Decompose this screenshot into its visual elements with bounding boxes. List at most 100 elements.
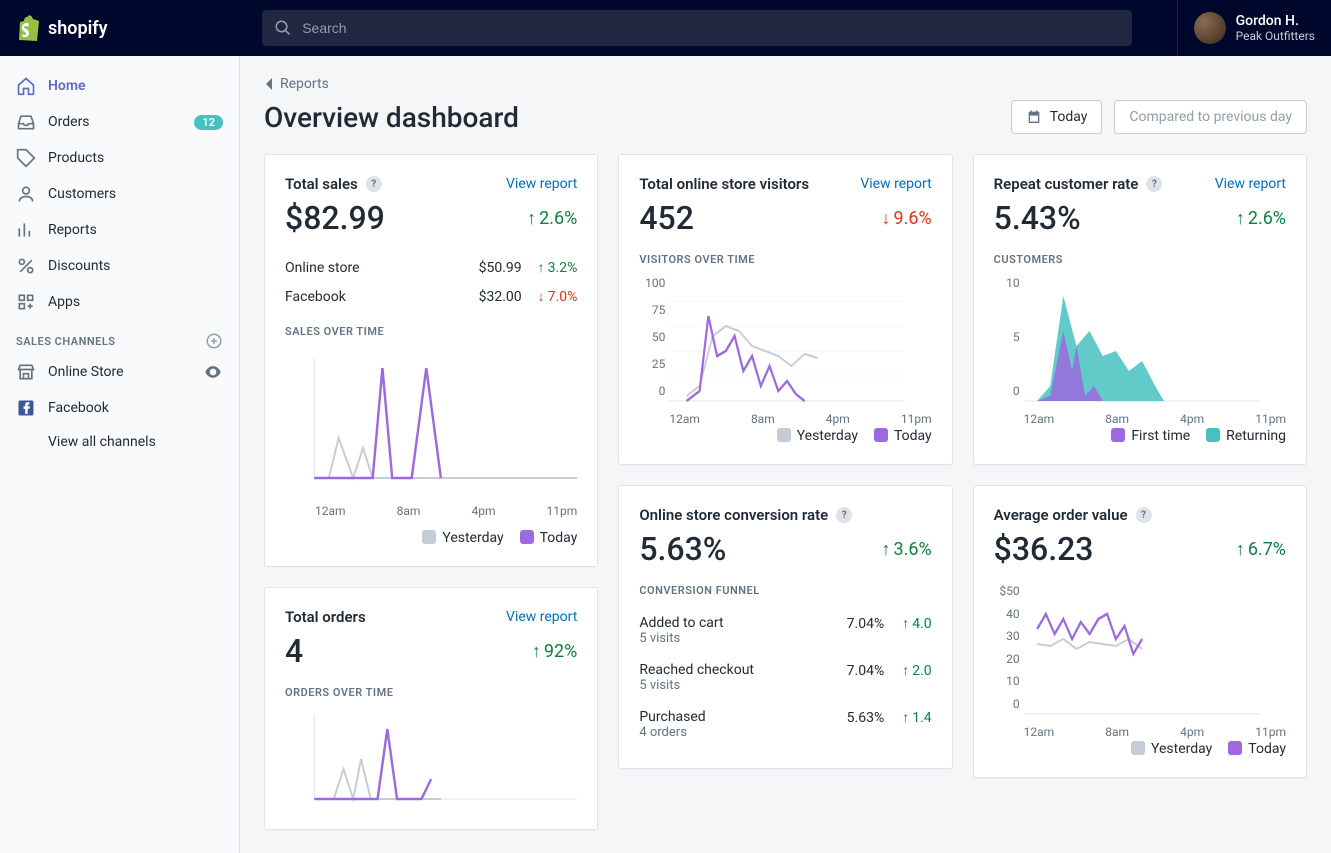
eye-icon[interactable]: [203, 362, 223, 382]
card-visitors: Total online store visitors View report …: [618, 154, 952, 465]
view-report-link[interactable]: View report: [1215, 176, 1286, 192]
sidebar-item-orders[interactable]: Orders 12: [0, 104, 239, 140]
avatar: [1194, 12, 1226, 44]
apps-icon: [16, 292, 36, 312]
date-picker-label: Today: [1050, 109, 1088, 125]
sidebar-item-customers[interactable]: Customers: [0, 176, 239, 212]
sales-row-val: $32.00: [479, 289, 522, 305]
card-total-orders: Total orders View report 4 ↑92% ORDERS O…: [264, 587, 598, 830]
brand-text: shopify: [48, 18, 108, 39]
chart-legend: Yesterday Today: [639, 428, 931, 444]
user-name: Gordon H.: [1236, 13, 1315, 30]
search-icon: [274, 19, 292, 37]
sales-row-val: $50.99: [479, 260, 522, 276]
sidebar-item-label: Orders: [48, 114, 90, 130]
repeat-value: 5.43%: [994, 199, 1081, 237]
sales-row-delta: ↓7.0%: [538, 288, 578, 305]
sidebar-item-label: Facebook: [48, 400, 109, 416]
user-store: Peak Outfitters: [1236, 29, 1315, 43]
tag-icon: [16, 148, 36, 168]
view-report-link[interactable]: View report: [506, 176, 577, 192]
date-picker-button[interactable]: Today: [1011, 100, 1103, 134]
customers-chart-label: CUSTOMERS: [994, 253, 1286, 266]
sales-row-label: Online store: [285, 260, 360, 276]
total-orders-value: 4: [285, 632, 303, 670]
orders-badge: 12: [194, 115, 223, 130]
card-title-text: Repeat customer rate: [994, 175, 1139, 193]
total-orders-delta: ↑92%: [532, 641, 577, 662]
visitors-value: 452: [639, 199, 694, 237]
aov-delta: ↑6.7%: [1236, 539, 1286, 560]
card-repeat-customer: Repeat customer rate? View report 5.43% …: [973, 154, 1307, 465]
channels-header: SALES CHANNELS: [0, 320, 239, 354]
search-box[interactable]: [262, 10, 1132, 46]
compare-button[interactable]: Compared to previous day: [1114, 100, 1307, 134]
home-icon: [16, 76, 36, 96]
breadcrumb-text: Reports: [280, 76, 329, 92]
repeat-delta: ↑2.6%: [1236, 208, 1286, 229]
user-menu[interactable]: Gordon H. Peak Outfitters: [1177, 0, 1315, 56]
funnel-row: Purchased4 orders5.63%↑ 1.4: [639, 701, 931, 748]
card-total-sales: Total sales? View report $82.99 ↑2.6% On…: [264, 154, 598, 567]
aov-chart: $50403020100 12am8am4pm11pm: [994, 584, 1286, 729]
card-title-text: Average order value: [994, 506, 1128, 524]
sales-row-label: Facebook: [285, 289, 346, 305]
sidebar-channel-facebook[interactable]: Facebook: [0, 390, 239, 426]
percent-icon: [16, 256, 36, 276]
person-icon: [16, 184, 36, 204]
sales-row-delta: ↑3.2%: [538, 259, 578, 276]
topbar: shopify Gordon H. Peak Outfitters: [0, 0, 1331, 56]
search-wrap: [262, 10, 1132, 46]
sidebar-item-label: Reports: [48, 222, 97, 238]
channels-header-text: SALES CHANNELS: [16, 335, 116, 348]
help-icon[interactable]: ?: [366, 176, 382, 192]
logo: shopify: [16, 15, 240, 41]
sidebar-item-reports[interactable]: Reports: [0, 212, 239, 248]
sidebar-channel-online-store[interactable]: Online Store: [0, 354, 239, 390]
sales-chart-label: SALES OVER TIME: [285, 325, 577, 338]
conversion-value: 5.63%: [639, 530, 726, 568]
card-title-text: Online store conversion rate: [639, 506, 828, 524]
card-title-text: Total sales: [285, 175, 358, 193]
sidebar-item-label: Home: [48, 78, 86, 94]
view-all-channels[interactable]: View all channels: [0, 426, 239, 458]
add-channel-icon[interactable]: [205, 332, 223, 350]
help-icon[interactable]: ?: [1136, 507, 1152, 523]
chart-legend: First time Returning: [994, 428, 1286, 444]
sidebar-item-label: Online Store: [48, 364, 124, 380]
bar-chart-icon: [16, 220, 36, 240]
total-sales-value: $82.99: [285, 199, 385, 237]
sidebar-item-label: Apps: [48, 294, 80, 310]
customers-chart: 1050 12am8am4pm11pm: [994, 276, 1286, 416]
aov-value: $36.23: [994, 530, 1094, 568]
conversion-funnel-label: CONVERSION FUNNEL: [639, 584, 931, 597]
breadcrumb[interactable]: Reports: [264, 76, 1307, 92]
view-report-link[interactable]: View report: [506, 609, 577, 625]
sales-over-time-chart: 12am8am4pm11pm: [285, 348, 577, 518]
inbox-icon: [16, 112, 36, 132]
search-input[interactable]: [302, 20, 1120, 36]
sidebar: Home Orders 12 Products Customers Report…: [0, 56, 240, 853]
total-sales-delta: ↑2.6%: [527, 208, 577, 229]
sidebar-item-apps[interactable]: Apps: [0, 284, 239, 320]
visitors-delta: ↓9.6%: [881, 208, 931, 229]
shopify-bag-icon: [16, 15, 40, 41]
help-icon[interactable]: ?: [1146, 176, 1162, 192]
help-icon[interactable]: ?: [836, 507, 852, 523]
card-conversion: Online store conversion rate? 5.63% ↑3.6…: [618, 485, 952, 769]
sidebar-item-home[interactable]: Home: [0, 68, 239, 104]
main-content: Reports Overview dashboard Today Compare…: [240, 56, 1331, 853]
funnel-row: Reached checkout5 visits7.04%↑ 2.0: [639, 654, 931, 701]
sidebar-item-products[interactable]: Products: [0, 140, 239, 176]
orders-over-time-chart: [285, 709, 577, 809]
card-aov: Average order value? $36.23 ↑6.7% $50403…: [973, 485, 1307, 778]
sidebar-item-discounts[interactable]: Discounts: [0, 248, 239, 284]
facebook-icon: [16, 398, 36, 418]
visitors-chart-label: VISITORS OVER TIME: [639, 253, 931, 266]
calendar-icon: [1026, 109, 1042, 125]
view-report-link[interactable]: View report: [860, 176, 931, 192]
chart-legend: Yesterday Today: [994, 741, 1286, 757]
funnel-row: Added to cart5 visits7.04%↑ 4.0: [639, 607, 931, 654]
sidebar-item-label: Products: [48, 150, 104, 166]
chevron-left-icon: [264, 77, 274, 91]
